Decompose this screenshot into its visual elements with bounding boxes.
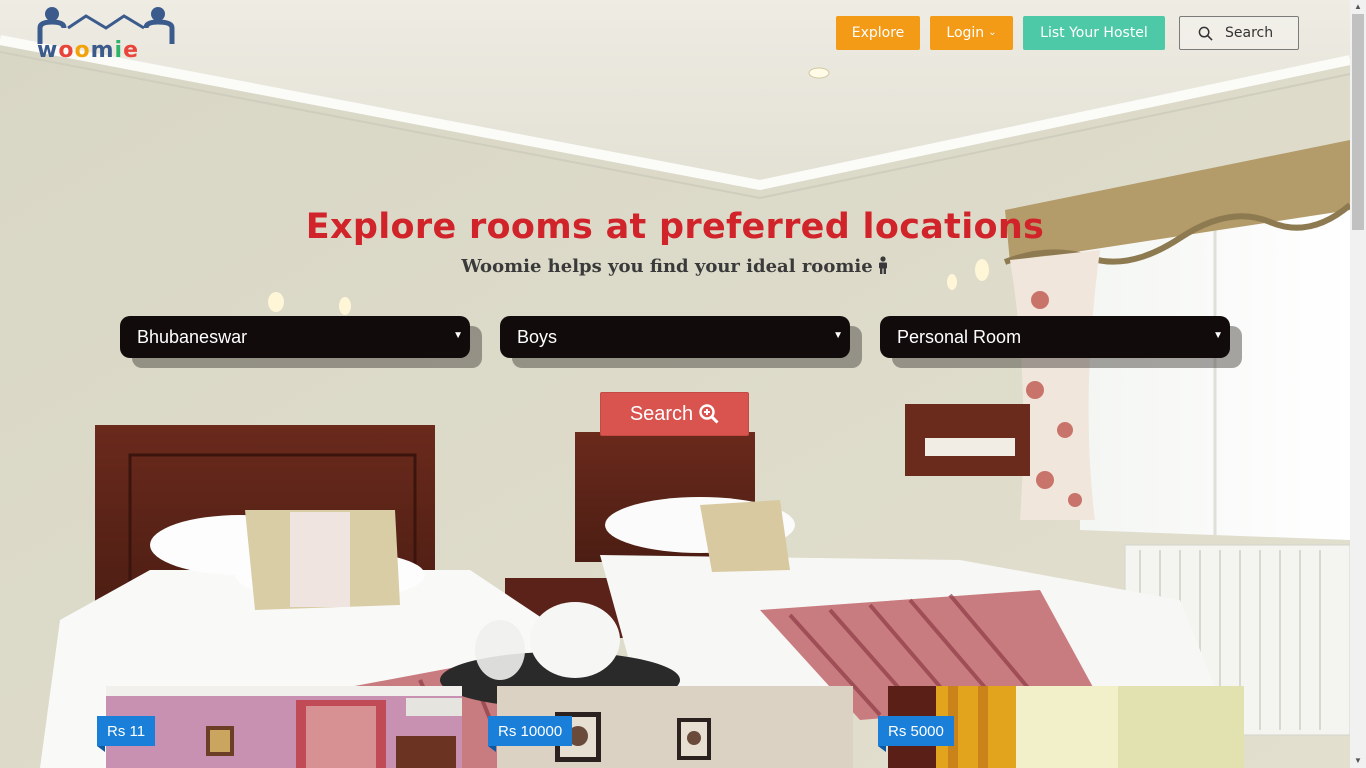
city-select[interactable]: Bhubaneswar ▼	[120, 316, 470, 358]
gender-select-value: Boys	[517, 326, 558, 347]
header-search-button[interactable]: Search	[1179, 16, 1299, 50]
woomie-logo[interactable]: woomie	[36, 6, 176, 63]
male-person-icon	[878, 256, 887, 274]
hero-subtitle-text: Woomie helps you find your ideal roomie	[461, 256, 873, 277]
header-search-label: Search	[1225, 25, 1274, 41]
search-icon	[1198, 26, 1213, 41]
search-rooms-label: Search	[629, 402, 694, 425]
listing-photo	[106, 686, 462, 768]
login-label: Login	[946, 25, 985, 41]
logo-wordmark: woomie	[37, 38, 139, 63]
hero-background-image	[0, 0, 1366, 768]
listing-card[interactable]	[106, 686, 462, 768]
dropdown-arrow-icon: ▼	[1213, 330, 1223, 341]
list-hostel-label: List Your Hostel	[1040, 25, 1148, 41]
price-badge: Rs 5000	[878, 716, 954, 752]
search-rooms-button[interactable]: Search	[600, 392, 749, 436]
page-scrollbar[interactable]: ▲ ▼	[1350, 0, 1366, 768]
scroll-down-arrow-icon[interactable]: ▼	[1354, 756, 1362, 765]
login-dropdown-button[interactable]: Login ⌄	[930, 16, 1013, 50]
list-your-hostel-button[interactable]: List Your Hostel	[1023, 16, 1165, 50]
hero-title: Explore rooms at preferred locations	[305, 207, 1045, 247]
explore-label: Explore	[851, 25, 905, 41]
price-badge: Rs 11	[97, 716, 156, 752]
search-plus-icon	[699, 404, 719, 424]
scroll-up-arrow-icon[interactable]: ▲	[1354, 2, 1362, 11]
explore-button[interactable]: Explore	[836, 16, 920, 50]
dropdown-arrow-icon: ▼	[453, 330, 463, 341]
dropdown-arrow-icon: ▼	[833, 330, 843, 341]
city-select-value: Bhubaneswar	[137, 326, 248, 347]
room-type-select[interactable]: Personal Room ▼	[880, 316, 1230, 358]
chevron-down-icon: ⌄	[988, 26, 997, 38]
gender-select[interactable]: Boys ▼	[500, 316, 850, 358]
hero-subtitle: Woomie helps you find your ideal roomie	[0, 256, 1350, 277]
price-badge: Rs 10000	[488, 716, 573, 752]
scrollbar-thumb[interactable]	[1352, 14, 1364, 230]
room-type-select-value: Personal Room	[897, 326, 1022, 347]
